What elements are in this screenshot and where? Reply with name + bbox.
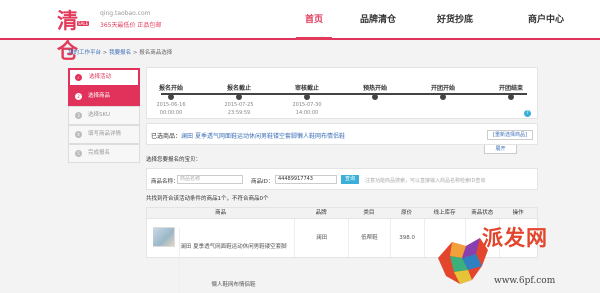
column-header: 品牌 (315, 210, 327, 216)
nav-bargains[interactable]: 好货抄底 (436, 0, 474, 40)
goods-name-input[interactable]: 商品名称 (177, 175, 243, 184)
column-header: 商品状态 (471, 210, 494, 216)
timeline-step: 预热开始 (345, 83, 405, 100)
site-url: qing.taobao.com (100, 10, 151, 17)
timeline-step-time: 23:59:59 (227, 110, 251, 116)
timeline-step-time: 14:00:00 (295, 110, 319, 116)
signup-steps-sidebar: ✓ 选择活动 2 选择商品 3 选择SKU 4 填写商品详情 5 完成报名 (68, 68, 140, 163)
step-5-icon: 5 (75, 150, 82, 157)
step-3-icon: 3 (75, 112, 82, 119)
timeline-step: 报名开始 2015-06-16 00:00:00 (141, 83, 201, 116)
sidebar-item-choose-activity[interactable]: ✓ 选择活动 (68, 68, 140, 87)
brand-cell: 澜田 (294, 219, 348, 257)
timeline-step-label: 审核截止 (294, 85, 319, 92)
sidebar-item-label: 选择活动 (89, 74, 112, 80)
breadcrumb-signup[interactable]: 我要报名 (109, 50, 131, 56)
timeline-step-date: 2015-07-25 (224, 102, 254, 108)
timeline-step: 报名截止 2015-07-25 23:59:59 (209, 83, 269, 116)
timeline-step: 开团开始 (413, 83, 473, 100)
sidebar-item-finish: 5 完成报名 (68, 144, 140, 163)
logo-sale-badge: SALE (77, 21, 90, 26)
timeline-step-label: 开团结束 (498, 85, 523, 92)
watermark: 派发网 www.6pf.com (432, 222, 600, 293)
column-header: 商品 (215, 210, 227, 216)
column-header: 操作 (512, 210, 524, 216)
selected-goods-text: 已选商品：澜田 夏季透气网面鞋运动休闲男鞋镂空套脚懒人鞋网布情侣鞋 (151, 131, 345, 140)
timeline-dot (304, 94, 310, 100)
table-header: 商品 品牌 类目 原价 线上库存 商品状态 操作 (147, 208, 537, 219)
watermark-url: www.6pf.com (494, 276, 556, 286)
selected-goods-prefix: 已选商品： (151, 133, 182, 140)
goods-id-label: 商品ID： (251, 179, 274, 185)
goods-search-bar: 商品名称： 商品名称 商品ID： 44489917743 查询 注意功能商品搜索… (146, 168, 538, 190)
expand-button[interactable]: 展开 (484, 145, 517, 154)
timeline-step-label: 预热开始 (362, 85, 387, 92)
goods-id-input[interactable]: 44489917743 (275, 175, 337, 184)
nav-brand-clearance[interactable]: 品牌清仓 (358, 0, 398, 40)
nav-home[interactable]: 首页 (296, 0, 332, 40)
sidebar-item-fill-details: 4 填写商品详情 (68, 125, 140, 144)
timeline-step: 审核截止 2015-07-30 14:00:00 (277, 83, 337, 116)
timeline-step-time: 00:00:00 (159, 110, 183, 116)
sidebar-item-label: 填写商品详情 (88, 131, 122, 137)
site-slogan: 365天最低价 正品包邮 (100, 22, 162, 29)
timeline-step-label: 开团开始 (430, 85, 455, 92)
column-header: 原价 (401, 210, 413, 216)
timeline-dot (236, 94, 242, 100)
breadcrumb-current: 报名商品选择 (139, 50, 173, 56)
sidebar-item-choose-goods[interactable]: 2 选择商品 (68, 87, 140, 106)
timeline-dot (508, 94, 514, 100)
sidebar-item-label: 选择商品 (88, 93, 111, 99)
breadcrumb-separator: > (132, 50, 138, 56)
timeline-dot (440, 94, 446, 100)
goods-name-label: 商品名称： (151, 179, 179, 185)
selected-goods-name[interactable]: 夏季透气网面鞋运动休闲男鞋镂空套脚懒人鞋网布情侣鞋 (195, 133, 345, 140)
step-4-icon: 4 (75, 131, 82, 138)
reselect-goods-button[interactable]: [重新选择商品] (487, 130, 533, 140)
site-logo[interactable]: 清仓 SALE (57, 5, 95, 63)
timeline-step-date: 2015-06-16 (156, 102, 186, 108)
sidebar-item-label: 完成报名 (88, 150, 111, 156)
search-hint: 注意功能商品搜索，可以直接输入商品名称检索ID查询 (365, 178, 486, 184)
goods-title-link[interactable]: 澜田 夏季透气网面鞋运动休闲男鞋镂空套脚懒人鞋网布情侣鞋 (179, 228, 287, 293)
nav-merchant-center[interactable]: 商户中心 (526, 0, 566, 40)
timeline-dot (372, 94, 378, 100)
check-icon: ✓ (75, 74, 82, 81)
timeline-step-date: 2015-07-30 (292, 102, 322, 108)
sidebar-item-choose-sku: 3 选择SKU (68, 106, 140, 125)
column-header: 类目 (363, 210, 375, 216)
price-cell: 398.0 (389, 219, 424, 257)
sidebar-item-label: 选择SKU (88, 112, 110, 118)
timeline-step: 开团结束 (481, 83, 541, 100)
goods-thumbnail[interactable] (153, 227, 175, 247)
search-result-tip: 共找到符合该活动条件的商品1个，不符合商品0个 (146, 196, 269, 202)
search-button[interactable]: 查询 (341, 175, 359, 184)
breadcrumb-workbench[interactable]: 我的工作平台 (68, 50, 101, 56)
category-cell: 低帮鞋 (347, 219, 390, 257)
breadcrumb: 我的工作平台 > 我要报名 > 报名商品选择 (68, 48, 172, 56)
column-header: 线上库存 (433, 210, 456, 216)
step-2-icon: 2 (75, 93, 82, 100)
site-header: 清仓 SALE qing.taobao.com 365天最低价 正品包邮 首页 … (0, 0, 600, 63)
selected-goods-shop[interactable]: 澜田 (181, 133, 193, 140)
breadcrumb-separator: > (102, 50, 108, 56)
help-icon[interactable]: ? (524, 110, 531, 117)
activity-timeline: 报名开始 2015-06-16 00:00:00 报名截止 2015-07-25… (146, 67, 538, 119)
goods-cell: 澜田 夏季透气网面鞋运动休闲男鞋镂空套脚懒人鞋网布情侣鞋 (147, 219, 294, 293)
choose-goods-tip: 选择您要报名的宝贝： (146, 157, 202, 163)
timeline-step-label: 报名截止 (226, 85, 251, 92)
timeline-step-label: 报名开始 (158, 85, 183, 92)
watermark-text: 派发网 (482, 225, 548, 250)
timeline-dot (168, 94, 174, 100)
selected-goods-bar: 已选商品：澜田 夏季透气网面鞋运动休闲男鞋镂空套脚懒人鞋网布情侣鞋 [重新选择商… (146, 123, 538, 145)
